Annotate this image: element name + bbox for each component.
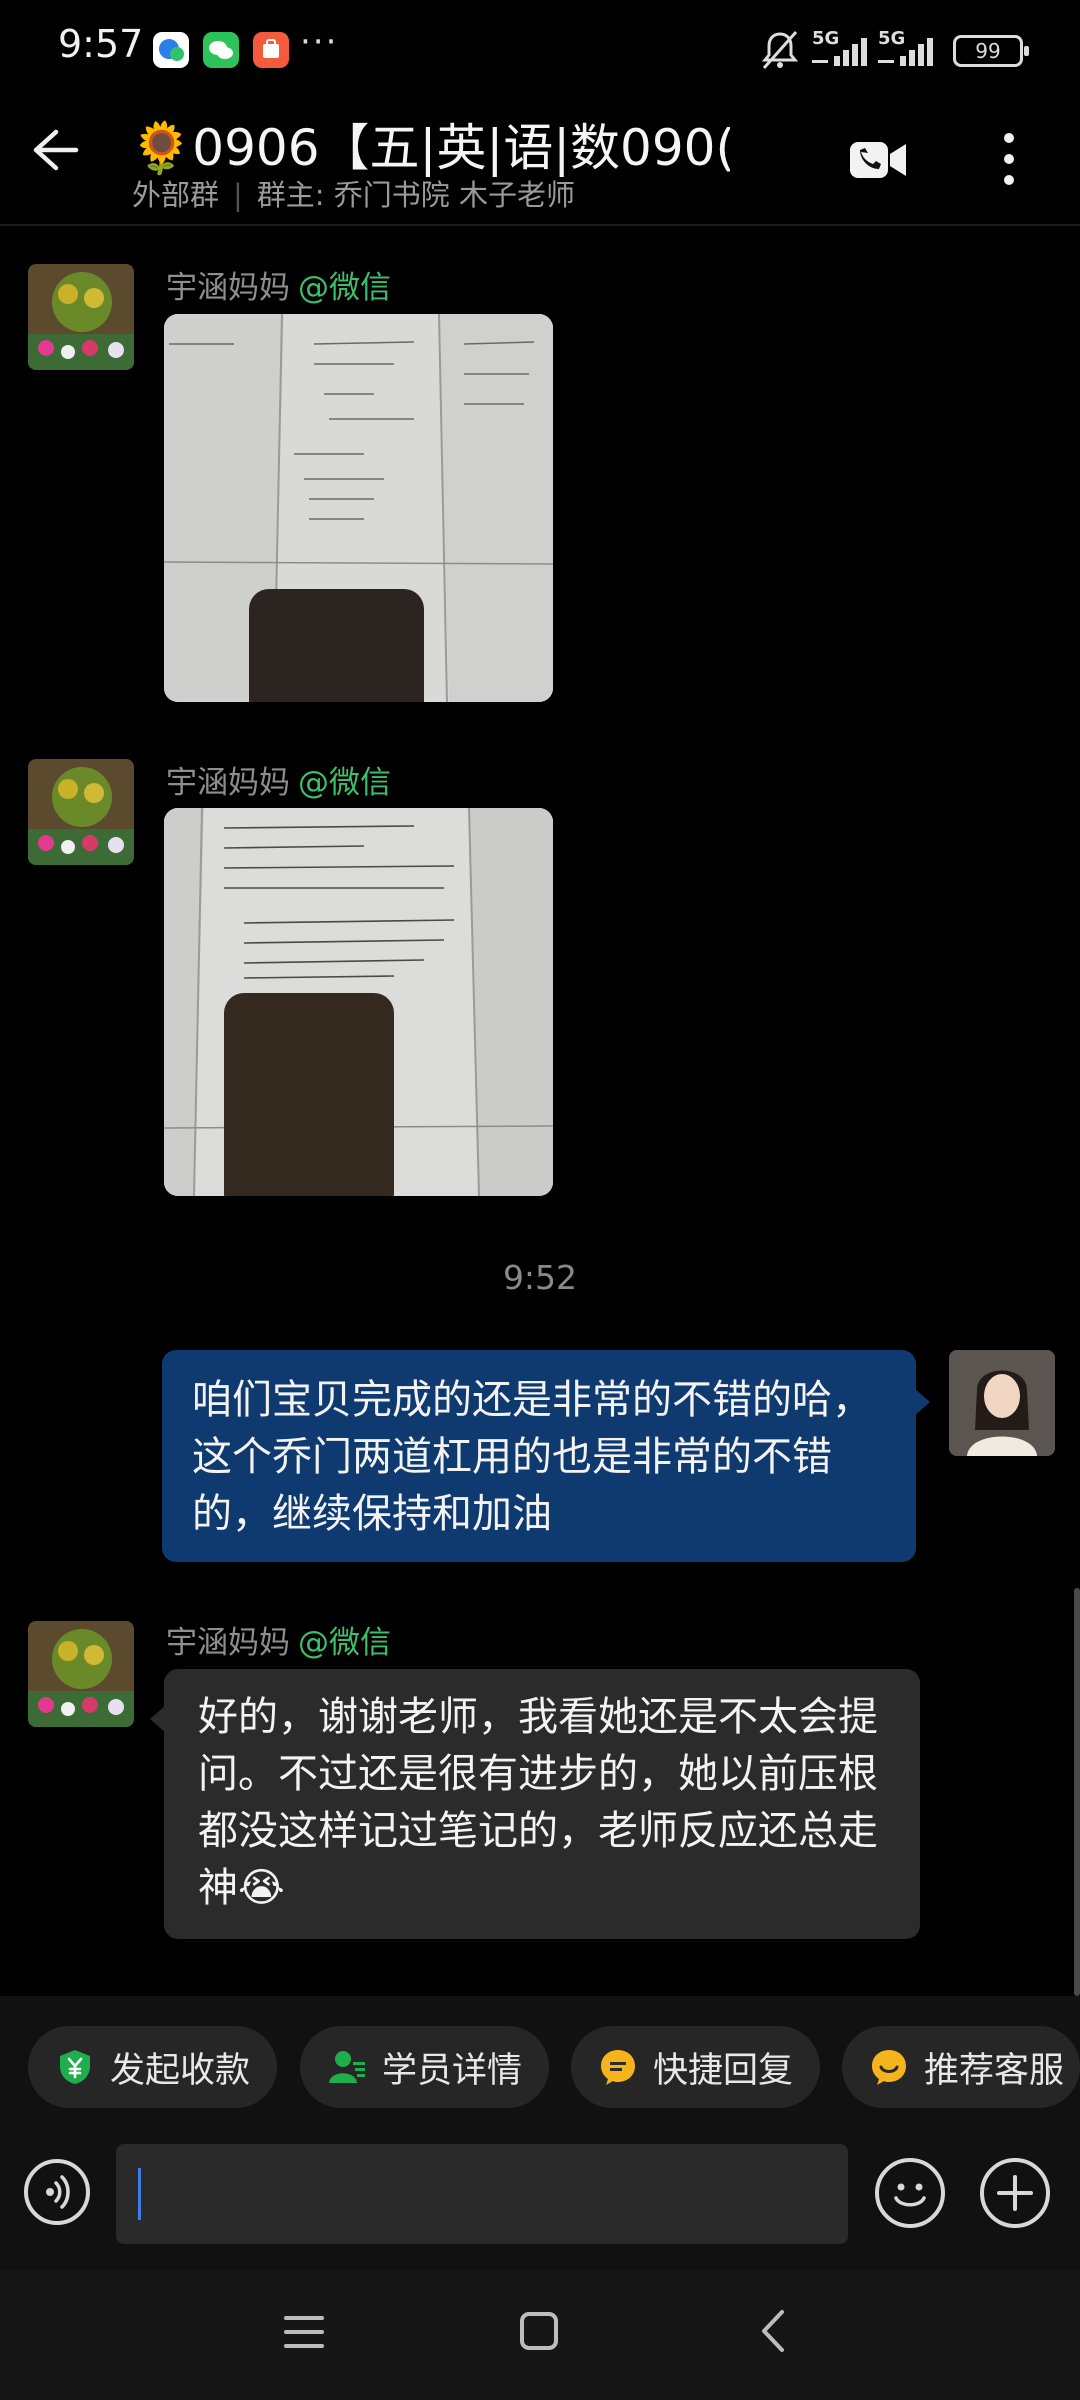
signal-icon (876, 30, 940, 74)
student-details-button[interactable]: 学员详情 (300, 2026, 549, 2108)
message-text: 咱们宝贝完成的还是非常的不错的哈，这个乔门两道杠用的也是非常的不错的，继续保持和… (192, 1377, 872, 1537)
image-message[interactable] (164, 808, 553, 1196)
my-avatar[interactable] (949, 1350, 1055, 1456)
group-owner: 群主: 乔门书院 木子老师 (256, 178, 576, 212)
nav-home-icon[interactable] (518, 2310, 560, 2356)
back-arrow-icon[interactable] (30, 128, 80, 176)
student-icon (329, 2051, 365, 2083)
chat-subtitle: 外部群 | 群主: 乔门书院 木子老师 (132, 178, 576, 212)
more-vert-icon[interactable] (998, 130, 1020, 192)
incoming-message-bubble[interactable]: 好的，谢谢老师，我看她还是不太会提问。不过还是很有进步的，她以前压根都没这样记过… (150, 1669, 920, 1939)
signal-icon (810, 30, 874, 74)
emoji-button[interactable] (875, 2158, 945, 2228)
sender-name: 宇涵妈妈 @微信 (166, 1625, 391, 1661)
shopping-app-icon (253, 32, 289, 68)
text-caret (138, 2168, 141, 2220)
wechat-icon (203, 32, 239, 68)
message-text: 好的，谢谢老师，我看她还是不太会提问。不过还是很有进步的，她以前压根都没这样记过… (198, 1694, 878, 1911)
voice-icon (46, 2175, 70, 2209)
shield-yen-icon (60, 2050, 90, 2084)
header-divider (0, 224, 1080, 226)
nav-menu-icon[interactable] (282, 2312, 326, 2356)
image-message[interactable] (164, 314, 553, 702)
mute-bell-icon (760, 28, 800, 76)
sender-avatar[interactable] (28, 264, 134, 370)
message-input[interactable] (116, 2144, 848, 2244)
more-notifications: ··· (300, 22, 339, 62)
start-payment-button[interactable]: 发起收款 (28, 2026, 277, 2108)
chat-app-icon (153, 32, 189, 68)
battery-indicator: 99 (953, 35, 1029, 67)
chat-title[interactable]: 🌻0906【五|英|语|数090(7) (130, 108, 730, 180)
recommend-service-button[interactable]: 推荐客服 (842, 2026, 1080, 2108)
sender-name: 宇涵妈妈 @微信 (166, 765, 391, 801)
message-timestamp: 9:52 (502, 1258, 578, 1297)
sender-avatar[interactable] (28, 759, 134, 865)
add-button[interactable] (980, 2158, 1050, 2228)
nav-back-icon[interactable] (758, 2308, 788, 2358)
sender-name: 宇涵妈妈 @微信 (166, 270, 391, 306)
status-time: 9:57 (58, 22, 144, 66)
service-icon (872, 2050, 906, 2085)
quick-reply-icon (601, 2050, 635, 2085)
quick-reply-button[interactable]: 快捷回复 (571, 2026, 820, 2108)
outgoing-message-bubble[interactable]: 咱们宝贝完成的还是非常的不错的哈，这个乔门两道杠用的也是非常的不错的，继续保持和… (162, 1350, 930, 1562)
video-call-icon[interactable] (848, 138, 908, 186)
scrollbar[interactable] (1074, 1588, 1080, 1996)
sender-avatar[interactable] (28, 1621, 134, 1727)
voice-button[interactable] (24, 2159, 90, 2225)
emoji-icon (894, 2183, 926, 2207)
plus-icon (997, 2175, 1033, 2211)
external-group-tag: 外部群 (132, 178, 220, 212)
